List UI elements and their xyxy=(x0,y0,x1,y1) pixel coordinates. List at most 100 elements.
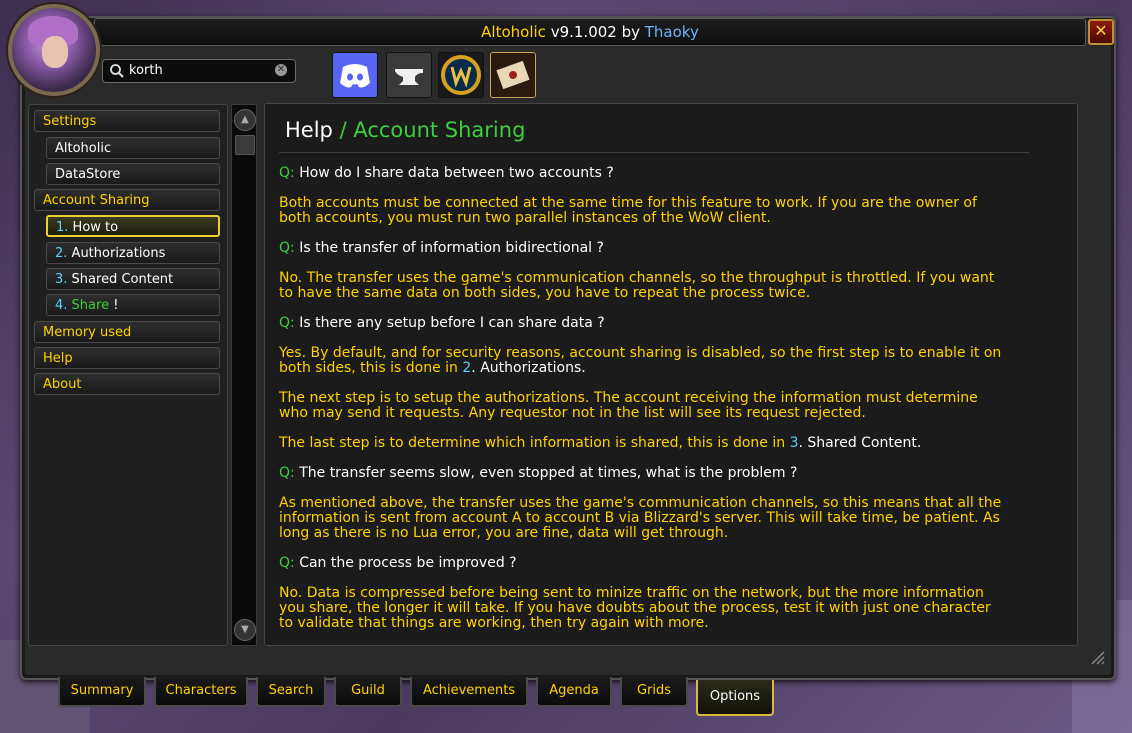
answer-line: The next step is to setup the authorizat… xyxy=(279,390,978,406)
section-number: 2 xyxy=(462,360,472,376)
anvil-button[interactable] xyxy=(386,52,432,98)
divider xyxy=(279,152,1029,153)
q-label: Q: xyxy=(279,240,295,256)
scroll-letter-button[interactable] xyxy=(490,52,536,98)
tab-options[interactable]: Options xyxy=(696,680,774,716)
tab-guild[interactable]: Guild xyxy=(334,677,402,707)
close-icon: ✕ xyxy=(1094,21,1108,40)
answer: Yes. By default, and for security reason… xyxy=(279,346,1049,376)
search-icon xyxy=(110,64,124,78)
scroll-letter-icon xyxy=(496,60,530,90)
sidebar-scrollbar[interactable]: ▲ ▼ xyxy=(231,104,257,646)
sidebar-item-label: Share xyxy=(71,298,110,313)
q-label: Q: xyxy=(279,165,295,181)
title-author: Thaoky xyxy=(644,23,699,41)
section-link: . Authorizations. xyxy=(471,360,586,376)
portrait-face xyxy=(42,36,68,68)
sidebar-item-datastore[interactable]: DataStore xyxy=(46,163,220,185)
question-text: Is there any setup before I can share da… xyxy=(299,315,605,331)
tab-label: Search xyxy=(268,683,314,698)
tab-achievements[interactable]: Achievements xyxy=(410,677,528,707)
question: Q: Is there any setup before I can share… xyxy=(279,316,1049,331)
tab-label: Characters xyxy=(165,683,237,698)
tab-characters[interactable]: Characters xyxy=(154,677,248,707)
scroll-thumb[interactable] xyxy=(235,135,255,155)
sidebar-item-how-to[interactable]: 1. How to xyxy=(46,215,220,237)
tab-label: Achievements xyxy=(422,683,516,698)
character-portrait[interactable] xyxy=(8,4,100,96)
answer-line: No. Data is compressed before being sent… xyxy=(279,585,984,601)
question: Q: Is the transfer of information bidire… xyxy=(279,241,1049,256)
sidebar-item-label: DataStore xyxy=(55,167,121,182)
title-help: Help xyxy=(285,118,333,142)
window-title[interactable]: Altoholic v9.1.002 by Thaoky xyxy=(94,18,1086,46)
question: Q: How do I share data between two accou… xyxy=(279,166,1049,181)
tab-summary[interactable]: Summary xyxy=(58,677,146,707)
answer-line: both sides, this is done in xyxy=(279,360,463,376)
sidebar-item-number: 4. xyxy=(55,298,68,313)
close-button[interactable]: ✕ xyxy=(1088,19,1114,45)
scroll-up-icon[interactable]: ▲ xyxy=(234,109,256,131)
answer: As mentioned above, the transfer uses th… xyxy=(279,496,1049,541)
tab-grids[interactable]: Grids xyxy=(620,677,688,707)
question: Q: The transfer seems slow, even stopped… xyxy=(279,466,1049,481)
answer: No. The transfer uses the game's communi… xyxy=(279,271,1049,301)
anvil-icon xyxy=(395,69,423,85)
wow-logo-button[interactable] xyxy=(438,52,484,98)
sidebar-item-label: Altoholic xyxy=(55,141,112,156)
sidebar-item-shared-content[interactable]: 3. Shared Content xyxy=(46,268,220,290)
tab-search[interactable]: Search xyxy=(256,677,326,707)
sidebar-item-label: Settings xyxy=(43,114,97,129)
tab-label: Options xyxy=(709,689,761,704)
sidebar-item-label: About xyxy=(43,377,82,392)
answer-line: The last step is to determine which info… xyxy=(279,435,790,451)
answer-line: Both accounts must be connected at the s… xyxy=(279,195,977,211)
tab-label: Guild xyxy=(351,683,385,698)
sidebar-item-settings[interactable]: Settings xyxy=(34,110,220,132)
answer: Both accounts must be connected at the s… xyxy=(279,196,1049,226)
answer-line: As mentioned above, the transfer uses th… xyxy=(279,495,1002,511)
tab-label: Summary xyxy=(70,683,134,698)
sidebar-item-number: 2. xyxy=(55,246,68,261)
resize-grip-icon[interactable] xyxy=(1088,648,1106,666)
title-section: Account Sharing xyxy=(353,118,526,142)
tab-agenda[interactable]: Agenda xyxy=(536,677,612,707)
answer: The next step is to setup the authorizat… xyxy=(279,391,1049,421)
question-text: The transfer seems slow, even stopped at… xyxy=(299,465,798,481)
tab-label: Grids xyxy=(636,683,672,698)
search-input[interactable]: korth xyxy=(129,63,163,78)
question-text: Can the process be improved ? xyxy=(299,555,517,571)
sidebar-item-share[interactable]: 4. Share ! xyxy=(46,294,220,316)
scroll-down-icon[interactable]: ▼ xyxy=(234,619,256,641)
search-box[interactable]: korth ✕ xyxy=(102,59,296,83)
question: Q: Can the process be improved ? xyxy=(279,556,1049,571)
sidebar-item-account-sharing[interactable]: Account Sharing xyxy=(34,189,220,211)
answer-line: who may send it requests. Any requestor … xyxy=(279,405,866,421)
sidebar-item-label: Memory used xyxy=(43,325,132,340)
title-version: v9.1.002 by xyxy=(545,23,645,41)
sidebar-item-memory-used[interactable]: Memory used xyxy=(34,321,220,343)
sidebar-item-label: How to xyxy=(72,220,119,235)
sidebar-item-authorizations[interactable]: 2. Authorizations xyxy=(46,242,220,264)
answer-line: long as there is no Lua error, you are f… xyxy=(279,525,729,541)
help-content-panel: Help / Account Sharing Q: How do I share… xyxy=(264,103,1078,646)
title-separator: / xyxy=(332,118,354,142)
sidebar-item-altoholic[interactable]: Altoholic xyxy=(46,137,220,159)
sidebar-item-number: 3. xyxy=(55,272,68,287)
sidebar-item-number: 1. xyxy=(56,220,69,235)
discord-icon xyxy=(340,64,370,88)
q-label: Q: xyxy=(279,315,295,331)
sidebar-item-label: Authorizations xyxy=(71,246,166,261)
sidebar-item-label: Account Sharing xyxy=(43,193,150,208)
answer-line: to validate that things are working, the… xyxy=(279,615,709,631)
question-text: Is the transfer of information bidirecti… xyxy=(299,240,604,256)
title-app-name: Altoholic xyxy=(481,23,546,41)
sidebar-item-about[interactable]: About xyxy=(34,373,220,395)
clear-search-icon[interactable]: ✕ xyxy=(275,64,287,76)
q-label: Q: xyxy=(279,555,295,571)
sidebar-item-label: Help xyxy=(43,351,73,366)
discord-button[interactable] xyxy=(332,52,378,98)
answer-line: you share, the longer it will take. If y… xyxy=(279,600,991,616)
sidebar-item-help[interactable]: Help xyxy=(34,347,220,369)
page-title: Help / Account Sharing xyxy=(285,118,525,142)
